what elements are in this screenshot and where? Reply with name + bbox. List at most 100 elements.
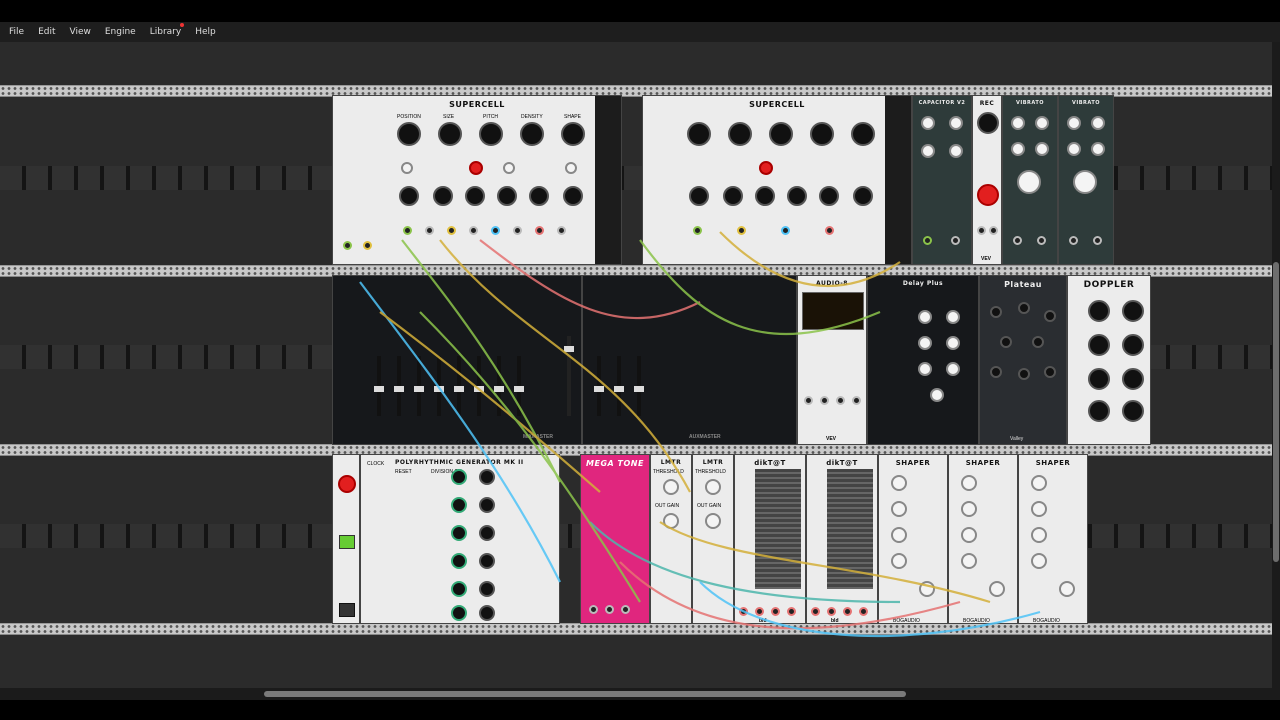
depth-knob[interactable] [1122,400,1144,422]
fader-cap[interactable] [454,386,464,392]
attenuator-knob[interactable] [433,186,453,206]
doppler-module[interactable]: DOPPLER [1067,275,1151,445]
pitch-knob[interactable] [769,122,793,146]
offset-knob[interactable] [479,497,495,513]
attenuator-knob[interactable] [819,186,839,206]
division-knob[interactable] [451,605,467,621]
input-jack[interactable] [1013,236,1022,245]
fader-cap[interactable] [494,386,504,392]
attack-knob[interactable] [1031,475,1047,491]
reverb-knob[interactable] [1000,336,1012,348]
input-jack[interactable] [1069,236,1078,245]
distance-knob[interactable] [1088,300,1110,322]
reverb-knob[interactable] [1044,310,1056,322]
audio-jack[interactable] [836,396,845,405]
reverb-knob[interactable] [990,306,1002,318]
position-knob[interactable] [687,122,711,146]
speed-knob[interactable] [1091,116,1105,130]
size-knob[interactable] [728,122,752,146]
division-knob[interactable] [451,469,467,485]
limiter-module-2[interactable]: LMTR THRESHOLD OUT GAIN [692,454,734,624]
capacitor-module[interactable]: CAPACITOR V2 [912,95,972,265]
off-knob[interactable] [1031,553,1047,569]
plateau-module[interactable]: Plateau Valley [979,275,1067,445]
input-jack[interactable] [343,241,352,250]
on-knob[interactable] [961,501,977,517]
channel-fader[interactable] [414,356,424,416]
fader-cap[interactable] [434,386,444,392]
attack-knob[interactable] [891,475,907,491]
menu-file[interactable]: File [0,27,31,37]
threshold-knob[interactable] [663,479,679,495]
attenuator-knob[interactable] [529,186,549,206]
cv-jack[interactable] [403,226,412,235]
gate-jack[interactable] [787,607,796,616]
horizontal-scrollbar[interactable] [0,688,1280,700]
cv-jack[interactable] [781,226,790,235]
attenuator-knob[interactable] [853,186,873,206]
decay-knob[interactable] [1031,527,1047,543]
size-knob[interactable] [438,122,462,146]
shaper-module-1[interactable]: SHAPER BOGAUDIO [878,454,948,624]
wet-knob[interactable] [930,388,944,402]
angle-knob[interactable] [1088,334,1110,356]
run-button[interactable] [338,475,356,493]
channel-fader[interactable] [394,356,404,416]
rand-knob[interactable] [565,162,577,174]
shape-knob[interactable] [851,122,875,146]
reverb-knob[interactable] [1018,368,1030,380]
menu-library[interactable]: Library [143,23,188,37]
diktat-module-1[interactable]: dikT@T bld [734,454,806,624]
cv-jack[interactable] [469,226,478,235]
vibrato-module-2[interactable]: VIBRATO [1058,95,1114,265]
mix-knob[interactable] [946,336,960,350]
audio-jack[interactable] [820,396,829,405]
depth-knob[interactable] [1067,142,1081,156]
reverb-knob[interactable] [1032,336,1044,348]
cv-jack[interactable] [513,226,522,235]
fader-cap[interactable] [474,386,484,392]
highpass-knob[interactable] [949,144,963,158]
aux-fader[interactable] [634,356,644,416]
channel-fader[interactable] [474,356,484,416]
module-rack[interactable]: SUPERCELL POSITION SIZE PITCH DENSITY SH… [0,42,1272,688]
depth-knob[interactable] [1011,142,1025,156]
reverb-knob[interactable] [990,366,1002,378]
position-knob[interactable] [397,122,421,146]
attenuator-knob[interactable] [563,186,583,206]
attenuator-knob[interactable] [399,186,419,206]
cv-jack[interactable] [693,226,702,235]
note-grid[interactable] [827,469,873,589]
level-knob[interactable] [946,362,960,376]
audio-jack[interactable] [852,396,861,405]
density-knob[interactable] [810,122,834,146]
gate-jack[interactable] [811,607,820,616]
rate-knob[interactable] [1122,368,1144,390]
off-knob[interactable] [961,553,977,569]
attenuator-knob[interactable] [689,186,709,206]
gate-jack[interactable] [755,607,764,616]
record-button[interactable] [977,184,999,206]
depth-knob[interactable] [1088,400,1110,422]
channel-fader[interactable] [514,356,524,416]
menu-view[interactable]: View [63,27,98,37]
division-knob[interactable] [451,553,467,569]
menu-help[interactable]: Help [188,27,223,37]
gain-knob[interactable] [977,112,999,134]
density-knob[interactable] [520,122,544,146]
supercell-module-2[interactable]: SUPERCELL [642,95,912,265]
offset-knob[interactable] [479,553,495,569]
channel-fader[interactable] [454,356,464,416]
hold-button[interactable] [469,161,483,175]
auxmaster-module[interactable]: AUXMASTER [582,275,797,445]
mega-tone-module[interactable]: MEGA TONE [580,454,650,624]
fader-cap[interactable] [374,386,384,392]
out-gain-knob[interactable] [663,513,679,529]
fader-cap[interactable] [594,386,604,392]
off-knob[interactable] [891,553,907,569]
depth-knob[interactable] [1035,142,1049,156]
fader-cap[interactable] [634,386,644,392]
threshold-knob[interactable] [705,479,721,495]
reverb-knob[interactable] [1044,366,1056,378]
offset-knob[interactable] [479,469,495,485]
